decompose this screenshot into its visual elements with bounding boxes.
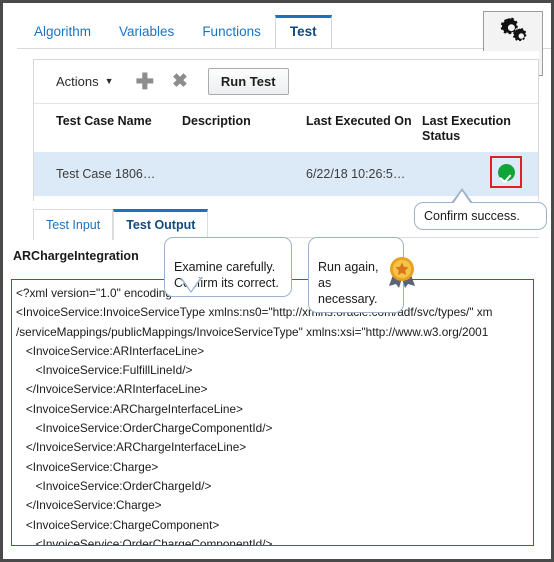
- green-check-icon: [498, 164, 515, 181]
- column-header-test-case-name[interactable]: Test Case Name: [34, 104, 182, 152]
- tab-functions[interactable]: Functions: [188, 16, 275, 49]
- top-tab-strip: Algorithm Variables Functions Test: [6, 3, 548, 49]
- output-title: ARChargeIntegration: [13, 249, 139, 263]
- test-case-section: Actions ▼ ✚ ✖ Run Test Test Case Name De…: [33, 59, 539, 201]
- gears-icon: [498, 17, 528, 48]
- cell-test-case-name[interactable]: Test Case 1806…: [34, 152, 182, 196]
- sub-tab-list: Test Input Test Output: [33, 209, 209, 240]
- tab-strip-divider: [17, 48, 551, 49]
- run-test-button[interactable]: Run Test: [207, 68, 289, 95]
- test-toolbar: Actions ▼ ✚ ✖ Run Test: [34, 60, 538, 104]
- callout-confirm-success: Confirm success.: [414, 202, 547, 230]
- status-badge: [490, 156, 522, 188]
- tab-test[interactable]: Test: [274, 15, 332, 49]
- cell-description[interactable]: [182, 152, 306, 196]
- callout-run-again-text: Run again, as necessary.: [318, 260, 379, 306]
- tab-test-input[interactable]: Test Input: [33, 209, 114, 240]
- tab-test-output[interactable]: Test Output: [113, 209, 209, 240]
- actions-label: Actions: [56, 74, 99, 89]
- top-tab-list: Algorithm Variables Functions Test: [20, 11, 332, 49]
- tab-variables[interactable]: Variables: [105, 16, 188, 49]
- close-x-icon[interactable]: ✖: [172, 72, 188, 91]
- test-case-table: Test Case Name Description Last Executed…: [34, 104, 538, 196]
- cell-last-execution-status: [422, 152, 538, 196]
- table-header-row: Test Case Name Description Last Executed…: [34, 104, 538, 152]
- test-output-xml-box[interactable]: <?xml version="1.0" encoding="UTF-8"?> <…: [11, 279, 534, 546]
- column-header-description[interactable]: Description: [182, 104, 306, 152]
- xml-content: <?xml version="1.0" encoding="UTF-8"?> <…: [16, 286, 493, 546]
- test-panel: Actions ▼ ✚ ✖ Run Test Test Case Name De…: [11, 51, 539, 556]
- plus-icon[interactable]: ✚: [136, 70, 154, 93]
- confirm-success-tail-inner: [453, 191, 471, 204]
- award-medal-icon: [385, 255, 419, 294]
- tab-algorithm[interactable]: Algorithm: [20, 16, 105, 49]
- chevron-down-icon: ▼: [104, 76, 114, 86]
- column-header-last-execution-status[interactable]: Last Execution Status: [422, 104, 538, 152]
- examine-carefully-tail-inner: [182, 278, 200, 291]
- column-header-last-executed-on[interactable]: Last Executed On: [306, 104, 422, 152]
- actions-menu-button[interactable]: Actions ▼: [56, 74, 114, 89]
- callout-confirm-success-text: Confirm success.: [424, 209, 520, 223]
- application-window: Algorithm Variables Functions Test Integ…: [0, 0, 554, 562]
- cell-last-executed-on[interactable]: 6/22/18 10:26:5…: [306, 152, 422, 196]
